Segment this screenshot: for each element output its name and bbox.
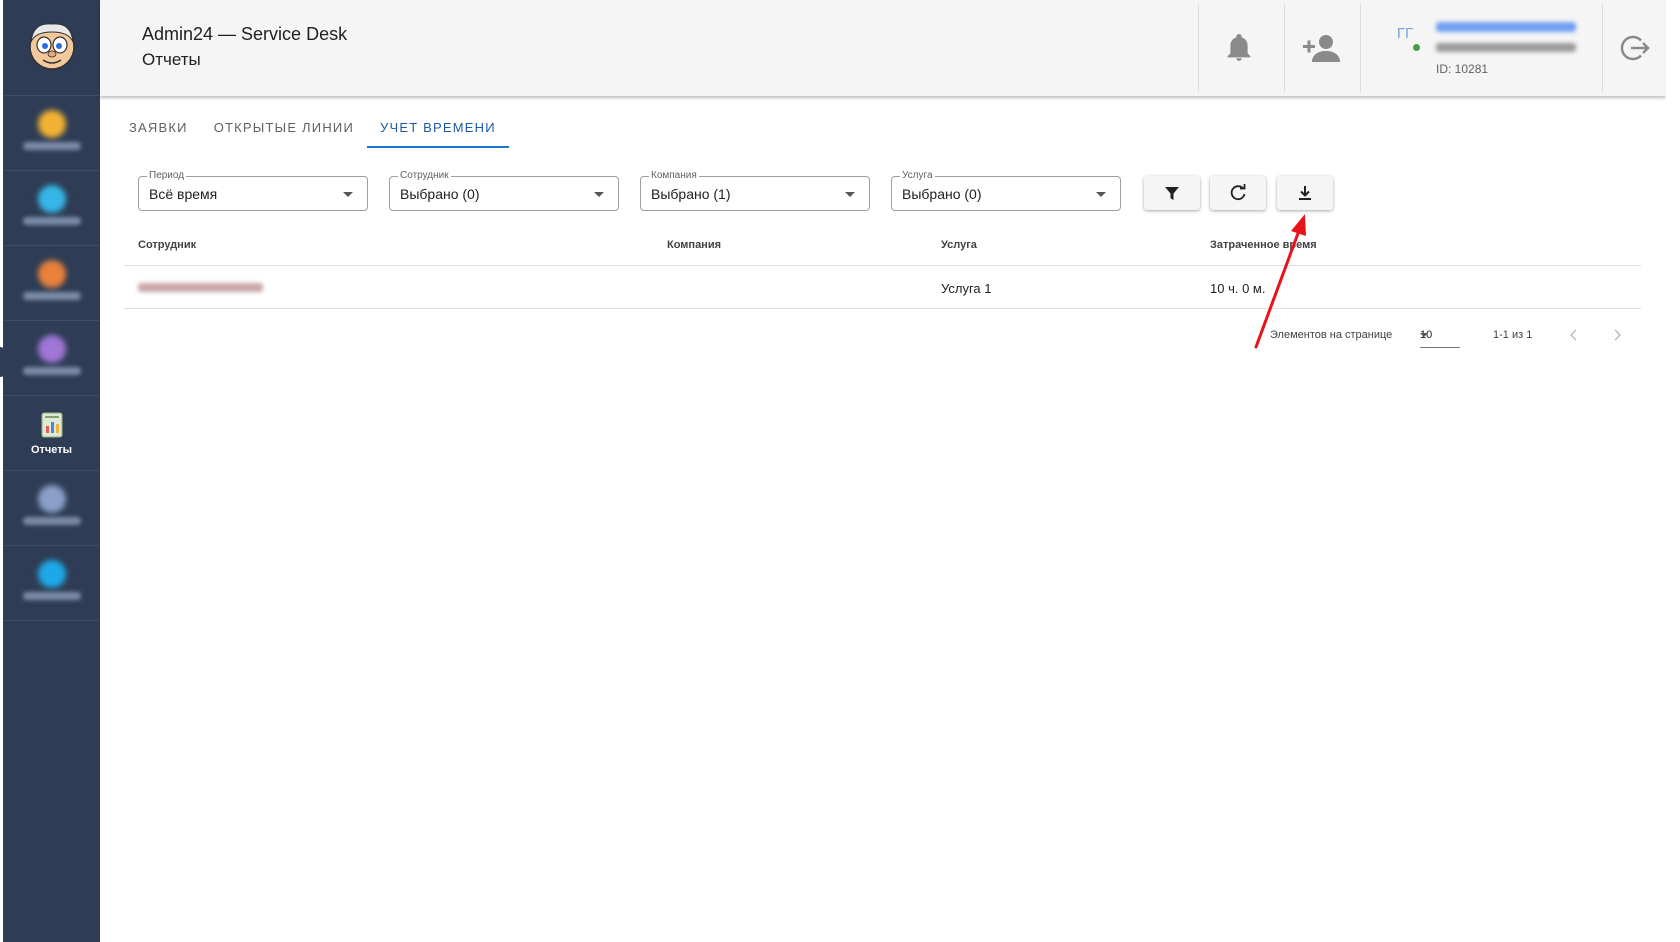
user-name-link[interactable] xyxy=(1436,22,1576,32)
page-range: 1-1 из 1 xyxy=(1493,329,1533,341)
company-select[interactable]: Компания Выбрано (1) xyxy=(640,170,870,211)
header-divider xyxy=(1198,4,1199,92)
blurred-label xyxy=(23,517,81,525)
company-label: Компания xyxy=(649,170,699,182)
chevron-right-icon xyxy=(1614,329,1622,341)
blurred-icon xyxy=(38,110,66,138)
chevron-left-icon xyxy=(1569,329,1577,341)
header-divider xyxy=(1360,4,1361,92)
sidebar-item-reports[interactable]: Отчеты xyxy=(3,396,100,471)
blurred-label xyxy=(23,592,81,600)
sidebar-item-1[interactable] xyxy=(3,96,100,171)
column-header-company[interactable]: Компания xyxy=(667,239,721,251)
employee-cell-blurred xyxy=(138,283,263,292)
blurred-icon xyxy=(38,485,66,513)
refresh-button[interactable] xyxy=(1210,176,1266,210)
items-per-page-select[interactable]: 10 xyxy=(1420,322,1460,348)
service-value: Выбрано (0) xyxy=(902,186,982,202)
report-document-icon xyxy=(41,412,63,438)
tab-open-lines[interactable]: ОТКРЫТЫЕ ЛИНИИ xyxy=(201,105,367,149)
app-title: Admin24 — Service Desk xyxy=(142,24,348,44)
blurred-label xyxy=(23,142,81,150)
period-select[interactable]: Период Всё время xyxy=(138,170,368,211)
period-value: Всё время xyxy=(149,186,218,202)
page-title: Отчеты xyxy=(142,50,201,69)
add-person-icon xyxy=(1303,35,1340,62)
sidebar: Отчеты xyxy=(3,0,100,942)
employee-value: Выбрано (0) xyxy=(400,186,480,202)
notifications-button[interactable] xyxy=(1211,20,1267,76)
chevron-down-icon xyxy=(845,192,855,197)
service-label: Услуга xyxy=(900,170,935,182)
next-page-button[interactable] xyxy=(1606,324,1628,346)
chevron-down-icon xyxy=(1096,192,1106,197)
blurred-icon xyxy=(38,185,66,213)
tab-requests[interactable]: ЗАЯВКИ xyxy=(116,105,201,149)
items-per-page-label: Элементов на странице xyxy=(1270,329,1393,341)
top-header: Admin24 — Service Desk Отчеты ГГ ID: 102… xyxy=(100,0,1666,96)
column-header-service[interactable]: Услуга xyxy=(941,239,977,251)
header-divider xyxy=(1602,4,1603,92)
chevron-down-icon xyxy=(1420,333,1428,337)
add-user-button[interactable] xyxy=(1294,20,1350,76)
chevron-down-icon xyxy=(343,192,353,197)
service-cell: Услуга 1 xyxy=(941,281,992,296)
company-value: Выбрано (1) xyxy=(651,186,731,202)
sidebar-item-7[interactable] xyxy=(3,546,100,621)
column-header-time-spent[interactable]: Затраченное время xyxy=(1210,239,1317,251)
sidebar-item-label: Отчеты xyxy=(30,444,73,456)
app-logo[interactable] xyxy=(3,0,100,96)
column-header-employee[interactable]: Сотрудник xyxy=(138,239,196,251)
tab-time-tracking[interactable]: УЧЕТ ВРЕМЕНИ xyxy=(367,105,509,149)
download-icon xyxy=(1299,186,1311,200)
sidebar-item-6[interactable] xyxy=(3,471,100,546)
user-id: ID: 10281 xyxy=(1436,62,1489,76)
sidebar-collapse-handle[interactable] xyxy=(0,347,6,377)
sidebar-item-2[interactable] xyxy=(3,171,100,246)
filter-button[interactable] xyxy=(1144,176,1200,210)
period-label: Период xyxy=(147,170,187,182)
blurred-icon xyxy=(38,260,66,288)
employee-select[interactable]: Сотрудник Выбрано (0) xyxy=(389,170,619,211)
cartoon-face-logo-icon xyxy=(29,23,75,70)
filter-funnel-icon xyxy=(1165,187,1179,200)
blurred-icon xyxy=(38,560,66,588)
blurred-label xyxy=(23,217,81,225)
blurred-icon xyxy=(38,335,66,363)
bell-icon xyxy=(1227,34,1251,61)
report-tabs: ЗАЯВКИ ОТКРЫТЫЕ ЛИНИИ УЧЕТ ВРЕМЕНИ xyxy=(116,105,509,149)
table-divider xyxy=(124,308,1641,309)
blurred-label xyxy=(23,292,81,300)
logout-button[interactable] xyxy=(1607,20,1663,76)
window-edge xyxy=(1666,0,1680,942)
refresh-icon xyxy=(1230,184,1246,201)
service-select[interactable]: Услуга Выбрано (0) xyxy=(891,170,1121,211)
employee-label: Сотрудник xyxy=(398,170,451,182)
sidebar-item-4[interactable] xyxy=(3,321,100,396)
blurred-label xyxy=(23,367,81,375)
online-status-dot xyxy=(1413,44,1420,51)
header-divider xyxy=(1284,4,1285,92)
chevron-down-icon xyxy=(594,192,604,197)
logout-icon xyxy=(1620,35,1650,61)
user-role xyxy=(1436,43,1576,52)
time-spent-cell: 10 ч. 0 м. xyxy=(1210,281,1266,296)
table-divider xyxy=(124,265,1641,266)
sidebar-item-3[interactable] xyxy=(3,246,100,321)
previous-page-button[interactable] xyxy=(1563,324,1585,346)
export-download-button[interactable] xyxy=(1277,176,1333,210)
